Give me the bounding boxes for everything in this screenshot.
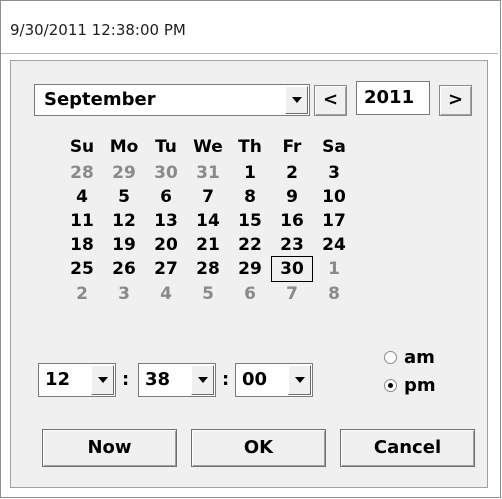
calendar-day[interactable]: 28 bbox=[187, 258, 229, 281]
pm-label: pm bbox=[404, 375, 436, 396]
calendar-day[interactable]: 14 bbox=[187, 210, 229, 233]
calendar-day[interactable]: 17 bbox=[313, 210, 355, 233]
calendar-day[interactable]: 28 bbox=[61, 162, 103, 185]
calendar-day[interactable]: 6 bbox=[145, 186, 187, 209]
calendar-day[interactable]: 30 bbox=[145, 162, 187, 185]
calendar-day[interactable]: 8 bbox=[313, 283, 355, 306]
am-radio[interactable] bbox=[384, 351, 397, 364]
calendar-day[interactable]: 6 bbox=[229, 283, 271, 306]
second-value: 00 bbox=[242, 369, 268, 390]
calendar-day[interactable]: 16 bbox=[271, 210, 313, 233]
calendar-day[interactable]: 29 bbox=[103, 162, 145, 185]
calendar-day[interactable]: 5 bbox=[187, 283, 229, 306]
calendar-day[interactable]: 12 bbox=[103, 210, 145, 233]
cancel-button[interactable]: Cancel bbox=[340, 429, 475, 467]
calendar-day[interactable]: 27 bbox=[145, 258, 187, 281]
calendar-day[interactable]: 31 bbox=[187, 162, 229, 185]
calendar-day[interactable]: 3 bbox=[103, 283, 145, 306]
calendar-day[interactable]: 3 bbox=[313, 162, 355, 185]
month-dropdown[interactable]: September bbox=[34, 84, 310, 116]
calendar-day[interactable]: 15 bbox=[229, 210, 271, 233]
calendar-day[interactable]: 7 bbox=[271, 283, 313, 306]
time-separator: : bbox=[222, 369, 230, 390]
calendar-day[interactable]: 8 bbox=[229, 186, 271, 209]
minute-dropdown[interactable]: 38 bbox=[138, 363, 216, 397]
hour-dropdown[interactable]: 12 bbox=[38, 363, 116, 397]
calendar-day[interactable]: 4 bbox=[61, 186, 103, 209]
am-label: am bbox=[404, 347, 435, 368]
chevron-down-icon[interactable] bbox=[191, 365, 214, 395]
year-field[interactable]: 2011 bbox=[356, 81, 430, 115]
calendar-day-selected[interactable]: 30 bbox=[271, 256, 313, 282]
time-separator: : bbox=[122, 369, 130, 390]
weekday-label: We bbox=[193, 137, 223, 157]
value-display-bar: 9/30/2011 12:38:00 PM bbox=[1, 1, 498, 54]
pm-radio[interactable] bbox=[384, 379, 397, 392]
calendar-day[interactable]: 22 bbox=[229, 234, 271, 257]
ok-button[interactable]: OK bbox=[191, 429, 326, 467]
calendar-day[interactable]: 2 bbox=[271, 162, 313, 185]
calendar-day[interactable]: 1 bbox=[313, 258, 355, 281]
calendar-day[interactable]: 25 bbox=[61, 258, 103, 281]
calendar-day[interactable]: 23 bbox=[271, 234, 313, 257]
calendar-day[interactable]: 9 bbox=[271, 186, 313, 209]
calendar-day[interactable]: 20 bbox=[145, 234, 187, 257]
chevron-down-icon[interactable] bbox=[285, 86, 308, 114]
weekday-label: Fr bbox=[282, 137, 302, 157]
calendar-day[interactable]: 11 bbox=[61, 210, 103, 233]
calendar-day[interactable]: 5 bbox=[103, 186, 145, 209]
calendar-day[interactable]: 2 bbox=[61, 283, 103, 306]
previous-year-button[interactable]: < bbox=[314, 85, 347, 116]
calendar-day[interactable]: 4 bbox=[145, 283, 187, 306]
current-datetime-text: 9/30/2011 12:38:00 PM bbox=[10, 21, 186, 39]
chevron-down-icon[interactable] bbox=[288, 365, 311, 395]
calendar-day[interactable]: 7 bbox=[187, 186, 229, 209]
calendar-day[interactable]: 21 bbox=[187, 234, 229, 257]
calendar-day[interactable]: 1 bbox=[229, 162, 271, 185]
next-year-button[interactable]: > bbox=[439, 85, 472, 116]
calendar-day[interactable]: 18 bbox=[61, 234, 103, 257]
weekday-label: Su bbox=[69, 137, 95, 157]
now-button[interactable]: Now bbox=[42, 429, 177, 467]
chevron-down-icon[interactable] bbox=[91, 365, 114, 395]
calendar-day[interactable]: 29 bbox=[229, 258, 271, 281]
calendar-day[interactable]: 10 bbox=[313, 186, 355, 209]
hour-value: 12 bbox=[45, 369, 71, 390]
calendar-day[interactable]: 24 bbox=[313, 234, 355, 257]
calendar-day[interactable]: 13 bbox=[145, 210, 187, 233]
minute-value: 38 bbox=[145, 369, 171, 390]
weekday-label: Tu bbox=[155, 137, 177, 157]
weekday-label: Sa bbox=[322, 137, 346, 157]
calendar-day[interactable]: 19 bbox=[103, 234, 145, 257]
weekday-label: Th bbox=[238, 137, 262, 157]
month-dropdown-value: September bbox=[44, 89, 156, 110]
calendar-day[interactable]: 26 bbox=[103, 258, 145, 281]
second-dropdown[interactable]: 00 bbox=[235, 363, 313, 397]
weekday-label: Mo bbox=[109, 137, 139, 157]
